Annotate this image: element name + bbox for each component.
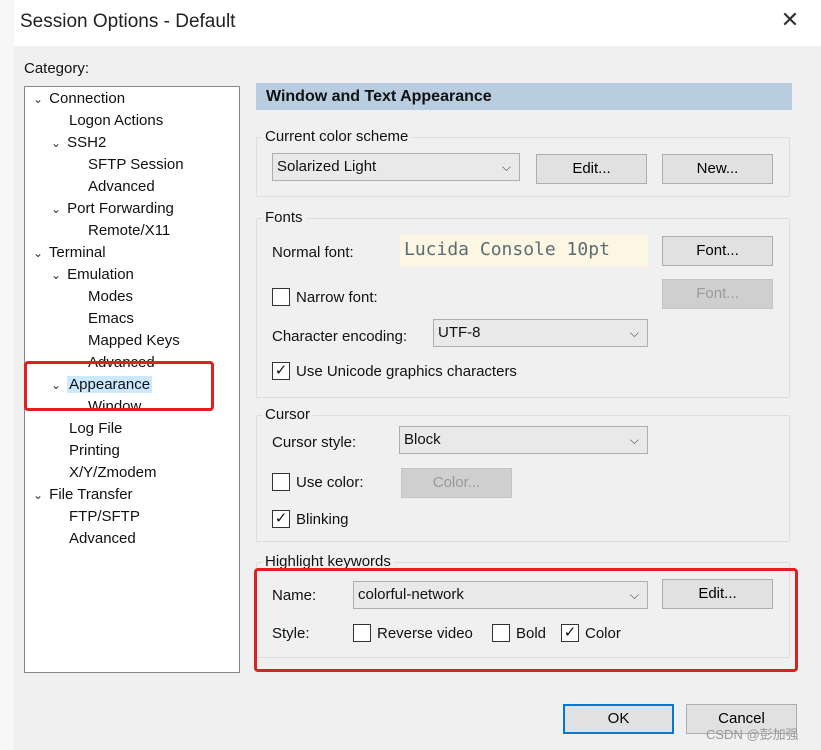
blinking-checkbox[interactable]: ✓ <box>272 510 290 528</box>
blinking-label: Blinking <box>296 511 349 528</box>
tree-item-sftp-session[interactable]: SFTP Session <box>88 155 184 175</box>
tree-item-emulation[interactable]: ⌄ Emulation <box>51 265 134 285</box>
edit-color-scheme-button[interactable]: Edit... <box>536 154 647 184</box>
watermark: CSDN @彭加强 <box>706 727 799 742</box>
new-color-scheme-button[interactable]: New... <box>662 154 773 184</box>
tree-item-xyzmodem[interactable]: X/Y/Zmodem <box>69 463 157 483</box>
tree-item-log-file[interactable]: Log File <box>69 419 122 439</box>
tree-item-ftp-sftp[interactable]: FTP/SFTP <box>69 507 140 527</box>
tree-item-connection[interactable]: ⌄ Connection <box>33 89 125 109</box>
chevron-down-icon: ⌄ <box>51 136 62 150</box>
annotation-highlight-keywords <box>254 568 798 672</box>
narrow-font-label: Narrow font: <box>296 289 378 306</box>
tree-item-printing[interactable]: Printing <box>69 441 120 461</box>
cursor-color-button[interactable]: Color... <box>401 468 512 498</box>
chevron-down-icon: ⌵ <box>501 160 511 174</box>
narrow-font-checkbox[interactable] <box>272 288 290 306</box>
tree-item-modes[interactable]: Modes <box>88 287 133 307</box>
tree-item-mapped-keys[interactable]: Mapped Keys <box>88 331 180 351</box>
use-color-label: Use color: <box>296 474 364 491</box>
color-scheme-group-label: Current color scheme <box>262 128 412 145</box>
normal-font-button[interactable]: Font... <box>662 236 773 266</box>
tree-item-logon-actions[interactable]: Logon Actions <box>69 111 163 131</box>
dialog-title: Session Options - Default <box>20 11 236 32</box>
chevron-down-icon: ⌵ <box>629 326 639 340</box>
chevron-down-icon: ⌄ <box>51 268 62 282</box>
narrow-font-button[interactable]: Font... <box>662 279 773 309</box>
category-label: Category: <box>24 60 90 77</box>
close-icon[interactable]: ✕ <box>778 8 802 32</box>
cursor-style-select[interactable]: Block ⌵ <box>399 426 648 454</box>
chevron-down-icon: ⌄ <box>33 488 44 502</box>
annotation-highlight-appearance <box>24 361 214 411</box>
chevron-down-icon: ⌄ <box>33 246 44 260</box>
chevron-down-icon: ⌵ <box>629 433 639 447</box>
tree-item-file-transfer[interactable]: ⌄ File Transfer <box>33 485 133 505</box>
chevron-down-icon: ⌄ <box>33 92 44 106</box>
unicode-graphics-checkbox[interactable]: ✓ <box>272 362 290 380</box>
background-window-strip <box>0 0 14 750</box>
section-header: Window and Text Appearance <box>256 83 792 110</box>
tree-item-advanced-transfer[interactable]: Advanced <box>69 529 136 549</box>
tree-item-port-forwarding[interactable]: ⌄ Port Forwarding <box>51 199 174 219</box>
color-scheme-select[interactable]: Solarized Light ⌵ <box>272 153 520 181</box>
cursor-style-label: Cursor style: <box>272 434 357 451</box>
normal-font-label: Normal font: <box>272 244 354 261</box>
encoding-select[interactable]: UTF-8 ⌵ <box>433 319 648 347</box>
normal-font-preview: Lucida Console 10pt <box>400 235 648 267</box>
chevron-down-icon: ⌄ <box>51 202 62 216</box>
tree-item-remote-x11[interactable]: Remote/X11 <box>88 221 170 241</box>
unicode-graphics-label: Use Unicode graphics characters <box>296 363 517 380</box>
fonts-group-label: Fonts <box>262 209 306 226</box>
tree-item-terminal[interactable]: ⌄ Terminal <box>33 243 106 263</box>
tree-item-advanced-ssh[interactable]: Advanced <box>88 177 155 197</box>
tree-item-emacs[interactable]: Emacs <box>88 309 134 329</box>
ok-button[interactable]: OK <box>563 704 674 734</box>
tree-item-ssh2[interactable]: ⌄ SSH2 <box>51 133 106 153</box>
cursor-group-label: Cursor <box>262 406 314 423</box>
encoding-label: Character encoding: <box>272 328 408 345</box>
use-color-checkbox[interactable] <box>272 473 290 491</box>
